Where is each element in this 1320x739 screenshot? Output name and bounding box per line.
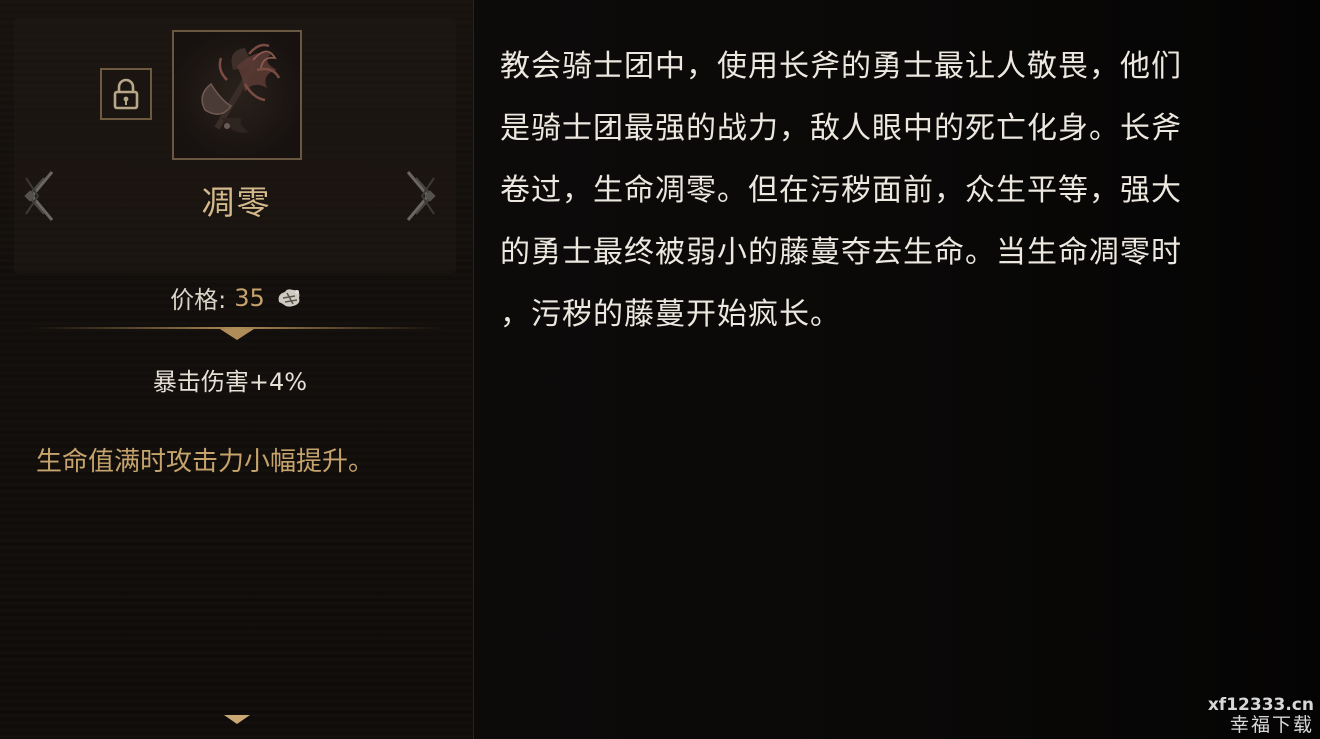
watermark-text: 幸福下载	[1229, 714, 1314, 736]
price-value: 35	[234, 283, 265, 312]
watermark: xf12333.cn 幸福下载	[1208, 695, 1314, 735]
lore-line: 卷过，生命凋零。但在污秽面前，众生平等，强大	[500, 173, 1182, 208]
stat-bonus: 暴击伤害+4%	[152, 368, 308, 396]
item-name: 凋零	[201, 183, 272, 222]
effect-description: 生命值满时攻击力小幅提升。	[36, 447, 375, 477]
lore-line: 是骑士团最强的战力，敌人眼中的死亡化身。长斧	[500, 111, 1182, 146]
price-label: 价格:	[170, 286, 227, 314]
item-detail-screen: 凋零 价格: 35 暴击伤害+4% 生命值满时攻击力小幅提升。 教会骑士团中，使…	[0, 0, 1320, 739]
withered-axe-icon	[201, 43, 281, 133]
lore-line: ，污秽的藤蔓开始疯长。	[500, 297, 841, 332]
item-icon-frame[interactable]	[172, 30, 302, 160]
lore-text: 教会骑士团中，使用长斧的勇士最让人敬畏，他们 是骑士团最强的战力，敌人眼中的死亡…	[500, 36, 1290, 346]
lock-button[interactable]	[100, 68, 152, 120]
lore-line: 的勇士最终被弱小的藤蔓夺去生命。当生命凋零时	[500, 235, 1182, 270]
watermark-url: xf12333.cn	[1207, 695, 1314, 715]
section-divider	[28, 327, 446, 340]
scroll-down-icon[interactable]	[222, 712, 252, 726]
lore-line: 教会骑士团中，使用长斧的勇士最让人敬畏，他们	[500, 49, 1182, 84]
soul-currency-icon	[275, 286, 303, 310]
padlock-icon	[113, 78, 139, 110]
price-row: 价格: 35	[0, 280, 473, 315]
item-info-panel: 凋零 价格: 35 暴击伤害+4% 生命值满时攻击力小幅提升。	[0, 0, 474, 739]
